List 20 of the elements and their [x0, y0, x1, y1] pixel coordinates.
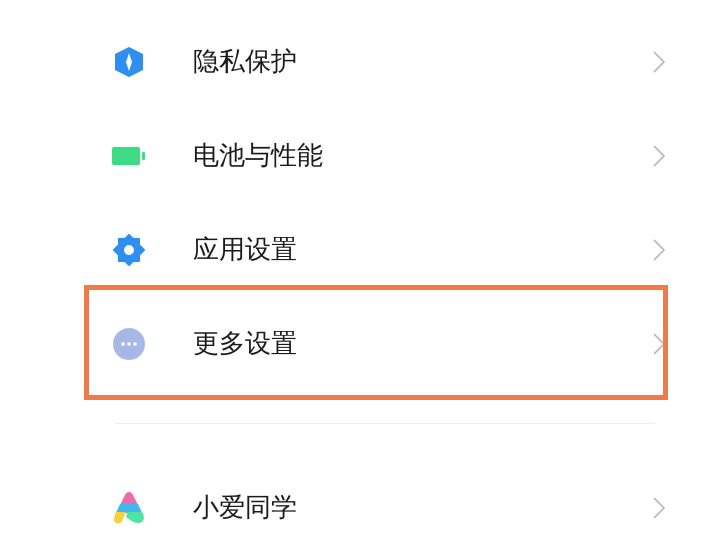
- settings-item[interactable]: 电池与性能: [84, 109, 668, 203]
- settings-item[interactable]: 小爱同学: [84, 473, 668, 543]
- gear-icon: [113, 234, 145, 266]
- settings-label: 应用设置: [193, 234, 297, 266]
- chevron-icon: [653, 239, 665, 261]
- settings-item[interactable]: 隐私保护: [84, 15, 668, 109]
- shield-icon: [112, 45, 146, 79]
- battery-icon: [112, 146, 146, 166]
- settings-label: 隐私保护: [193, 46, 297, 78]
- chevron-icon: [653, 51, 665, 73]
- chevron-icon: [653, 333, 665, 355]
- settings-label: 更多设置: [193, 328, 297, 360]
- settings-label: 电池与性能: [193, 140, 323, 172]
- settings-item[interactable]: 应用设置: [84, 203, 668, 297]
- more-icon: [113, 328, 145, 360]
- chevron-icon: [653, 145, 665, 167]
- settings-label: 小爱同学: [193, 492, 297, 524]
- settings-item[interactable]: 更多设置: [84, 297, 668, 391]
- assistant-icon: [112, 491, 146, 525]
- chevron-icon: [653, 497, 665, 519]
